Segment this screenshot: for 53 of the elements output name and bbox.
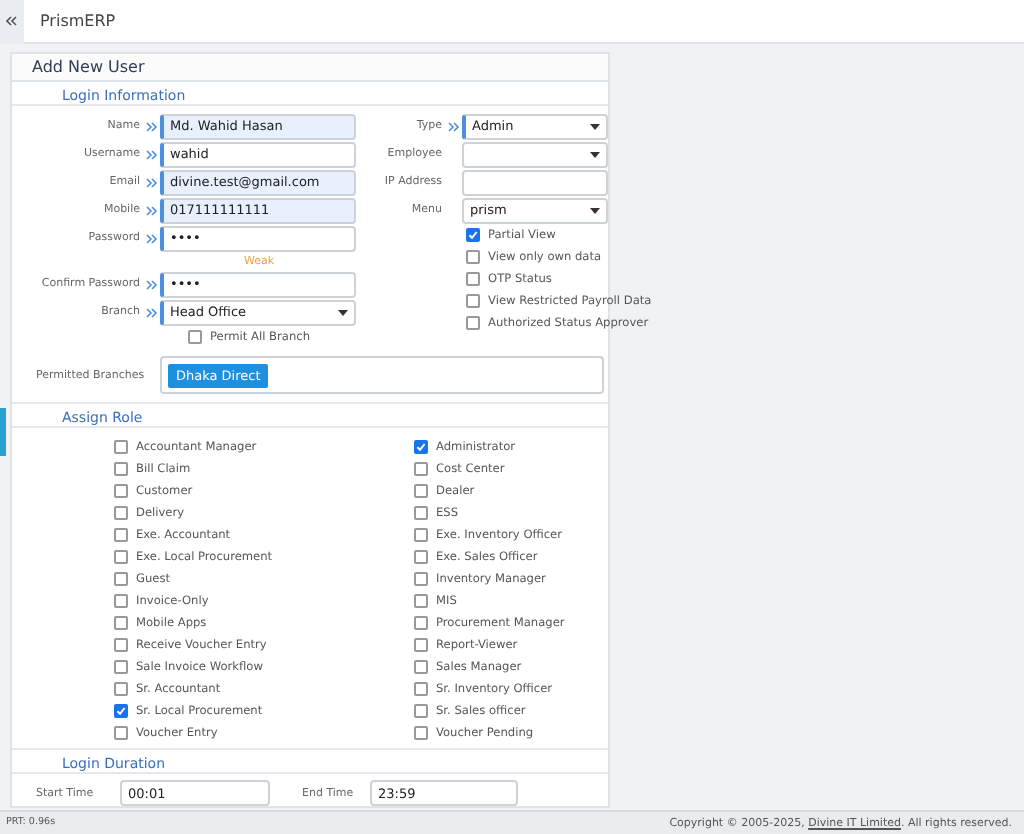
caret-icon: [590, 207, 600, 213]
select-field[interactable]: [462, 141, 608, 167]
checkbox[interactable]: [114, 616, 128, 630]
double-chevron-icon: [146, 233, 158, 243]
double-chevron-icon: [448, 121, 460, 131]
checkbox[interactable]: [114, 528, 128, 542]
checkbox[interactable]: [114, 660, 128, 674]
checkbox[interactable]: [414, 616, 428, 630]
checkbox[interactable]: [414, 440, 428, 454]
checkbox[interactable]: [466, 228, 480, 242]
double-chevron-icon: [146, 307, 158, 317]
checkbox[interactable]: [114, 462, 128, 476]
checkbox[interactable]: [466, 250, 480, 264]
double-chevron-icon: [146, 149, 158, 159]
caret-icon: [590, 151, 600, 157]
checkbox[interactable]: [114, 704, 128, 718]
checkbox[interactable]: [414, 462, 428, 476]
side-marker: [0, 408, 6, 456]
checkbox[interactable]: [466, 272, 480, 286]
checkbox[interactable]: [414, 638, 428, 652]
panel-title: Add New User: [12, 54, 608, 82]
double-chevron-icon: [146, 121, 158, 131]
double-chevron-left-icon: [6, 16, 18, 26]
checkbox[interactable]: [414, 550, 428, 564]
caret-icon: [338, 309, 348, 315]
checkbox[interactable]: [114, 726, 128, 740]
checkbox[interactable]: [414, 484, 428, 498]
checkbox[interactable]: [114, 638, 128, 652]
checkbox[interactable]: [114, 682, 128, 696]
double-chevron-icon: [146, 205, 158, 215]
checkbox[interactable]: [414, 594, 428, 608]
checkbox[interactable]: [114, 440, 128, 454]
collapse-sidebar-button[interactable]: [0, 0, 24, 43]
checkbox[interactable]: [188, 330, 202, 344]
checkbox[interactable]: [114, 506, 128, 520]
checkbox[interactable]: [466, 294, 480, 308]
checkbox[interactable]: [414, 528, 428, 542]
checkbox[interactable]: [414, 572, 428, 586]
checkbox[interactable]: [466, 316, 480, 330]
checkbox[interactable]: [414, 660, 428, 674]
app-title: PrismERP: [40, 12, 116, 30]
checkbox[interactable]: [114, 484, 128, 498]
double-chevron-icon: [146, 177, 158, 187]
caret-icon: [590, 123, 600, 129]
checkbox[interactable]: [114, 594, 128, 608]
checkbox[interactable]: [414, 506, 428, 520]
input-field[interactable]: [462, 169, 608, 195]
checkbox[interactable]: [114, 550, 128, 564]
checkbox[interactable]: [414, 682, 428, 696]
checkbox[interactable]: [414, 704, 428, 718]
checkbox[interactable]: [114, 572, 128, 586]
double-chevron-icon: [146, 279, 158, 289]
checkbox[interactable]: [414, 726, 428, 740]
